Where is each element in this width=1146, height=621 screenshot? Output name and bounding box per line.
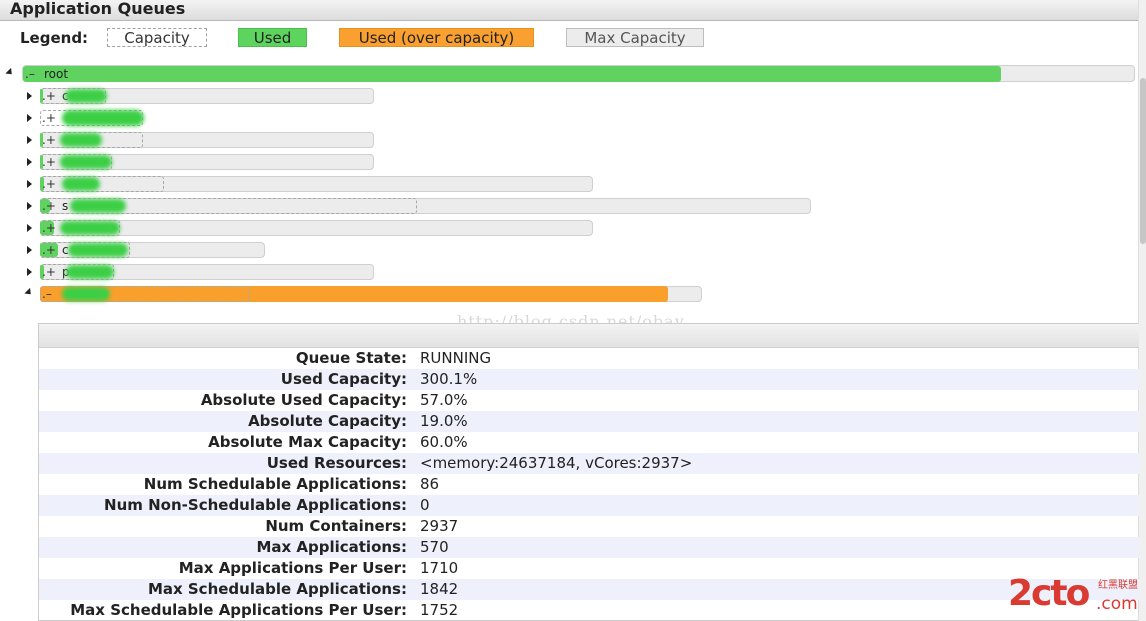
queue-info-row: Absolute Max Capacity: 60.0% bbox=[39, 432, 1139, 453]
queue-info-key: Num Schedulable Applications: bbox=[143, 475, 407, 493]
queue-info-key: Absolute Used Capacity: bbox=[200, 391, 407, 409]
queue-toggle-icon[interactable]: .+ bbox=[42, 155, 56, 169]
queue-toggle-icon[interactable]: .+ bbox=[42, 243, 56, 257]
queue-info-row: Max Applications: 570 bbox=[39, 537, 1139, 558]
legend-used: Used bbox=[238, 28, 307, 47]
queue-info-row: Max Schedulable Applications Per User: 17… bbox=[39, 600, 1139, 621]
queue-toggle-icon[interactable]: .+ bbox=[42, 221, 56, 235]
redacted-queue-name bbox=[62, 110, 144, 126]
queue-toggle-icon[interactable]: .– bbox=[42, 287, 52, 301]
queue-info-key: Max Applications Per User: bbox=[178, 559, 407, 577]
queue-info-row: Used Resources: <memory:24637184, vCores:… bbox=[39, 453, 1139, 474]
queue-info-row: Used Capacity: 300.1% bbox=[39, 369, 1139, 390]
redacted-queue-name bbox=[60, 133, 102, 147]
expand-arrow-icon[interactable] bbox=[27, 136, 32, 144]
queue-info-key: Absolute Capacity: bbox=[248, 412, 407, 430]
queue-info-value: 2937 bbox=[420, 517, 459, 535]
queue-info-value: 57.0% bbox=[420, 391, 468, 409]
queue-toggle-icon[interactable]: .+ bbox=[42, 133, 56, 147]
redacted-queue-name bbox=[62, 287, 110, 301]
redacted-queue-name bbox=[70, 199, 126, 213]
queue-info-row: Max Schedulable Applications: 1842 bbox=[39, 579, 1139, 600]
queue-info-key: Max Schedulable Applications: bbox=[147, 580, 407, 598]
queue-info-row: Num Containers: 2937 bbox=[39, 516, 1139, 537]
logo-suffix-text: .com bbox=[1096, 594, 1138, 614]
queue-info-row: Num Non-Schedulable Applications: 0 bbox=[39, 495, 1139, 516]
queue-info-value: <memory:24637184, vCores:2937> bbox=[420, 454, 693, 472]
queue-info-header bbox=[39, 324, 1139, 348]
redacted-queue-name bbox=[62, 177, 100, 191]
queue-info-value: 19.0% bbox=[420, 412, 468, 430]
queue-info-value: 86 bbox=[420, 475, 440, 493]
queue-info-key: Queue State: bbox=[295, 349, 407, 367]
vertical-scrollbar[interactable] bbox=[1138, 0, 1146, 621]
expand-arrow-icon[interactable] bbox=[27, 180, 32, 188]
logo-main-text: 2cto bbox=[1008, 573, 1090, 614]
queue-name[interactable]: s bbox=[62, 199, 68, 213]
queue-toggle-icon[interactable]: .+ bbox=[42, 199, 56, 213]
queue-toggle-icon[interactable]: .+ bbox=[42, 111, 56, 125]
redacted-queue-name bbox=[60, 221, 120, 235]
queue-toggle-icon[interactable]: .+ bbox=[42, 177, 56, 191]
legend-capacity: Capacity bbox=[107, 28, 207, 47]
queue-info-key: Num Containers: bbox=[265, 517, 407, 535]
expand-arrow-icon[interactable] bbox=[27, 202, 32, 210]
queue-info-panel: Queue State: RUNNING Used Capacity: 300.1% A… bbox=[38, 323, 1139, 621]
root-expand-icon[interactable] bbox=[5, 67, 15, 78]
redacted-queue-name bbox=[60, 155, 112, 169]
redacted-queue-name bbox=[68, 243, 128, 257]
expand-arrow-icon[interactable] bbox=[27, 224, 32, 232]
queue-toggle-icon[interactable]: .+ bbox=[42, 265, 56, 279]
expand-arrow-icon[interactable] bbox=[27, 158, 32, 166]
legend-label: Legend: bbox=[20, 29, 89, 47]
queue-info-row: Queue State: RUNNING bbox=[39, 348, 1139, 369]
queue-capacity-bar bbox=[40, 176, 164, 192]
queue-info-value: 1842 bbox=[420, 580, 459, 598]
legend-used-over-capacity: Used (over capacity) bbox=[339, 28, 534, 47]
queue-info-value: 1710 bbox=[420, 559, 459, 577]
queue-info-key: Max Schedulable Applications Per User: bbox=[70, 601, 407, 619]
root-toggle-icon[interactable]: .– bbox=[25, 67, 35, 81]
redacted-queue-name bbox=[66, 265, 114, 279]
queue-info-row: Max Applications Per User: 1710 bbox=[39, 558, 1139, 579]
queue-info-value: RUNNING bbox=[420, 349, 492, 367]
redacted-queue-name bbox=[65, 89, 107, 103]
queue-max-capacity-bar bbox=[40, 220, 593, 236]
queues-title-bar: Application Queues bbox=[0, 0, 1138, 21]
expand-arrow-icon[interactable] bbox=[27, 268, 32, 276]
queue-info-value: 1752 bbox=[420, 601, 459, 619]
queue-info-row: Absolute Capacity: 19.0% bbox=[39, 411, 1139, 432]
queue-info-key: Used Capacity: bbox=[280, 370, 407, 388]
queue-info-value: 60.0% bbox=[420, 433, 468, 451]
queue-info-row: Absolute Used Capacity: 57.0% bbox=[39, 390, 1139, 411]
expand-arrow-icon[interactable] bbox=[27, 92, 32, 100]
queue-info-row: Num Schedulable Applications: 86 bbox=[39, 474, 1139, 495]
queue-info-value: 300.1% bbox=[420, 370, 478, 388]
page-title: Application Queues bbox=[10, 0, 186, 18]
root-queue-name[interactable]: root bbox=[44, 67, 68, 81]
expand-arrow-icon[interactable] bbox=[27, 246, 32, 254]
root-used-bar bbox=[23, 66, 1001, 82]
logo-cn-text: 红黑联盟 bbox=[1098, 580, 1138, 591]
collapse-arrow-icon[interactable] bbox=[24, 287, 34, 298]
queue-info-key: Absolute Max Capacity: bbox=[208, 433, 407, 451]
queue-info-key: Used Resources: bbox=[266, 454, 407, 472]
site-logo: 2cto 红黑联盟 .com bbox=[1008, 574, 1142, 618]
queue-info-value: 570 bbox=[420, 538, 449, 556]
scrollbar-thumb[interactable] bbox=[1140, 78, 1146, 244]
expand-arrow-icon[interactable] bbox=[27, 114, 32, 122]
queue-info-key: Max Applications: bbox=[256, 538, 407, 556]
legend-max-capacity: Max Capacity bbox=[566, 28, 704, 47]
queue-toggle-icon[interactable]: .+ bbox=[42, 89, 56, 103]
queue-info-value: 0 bbox=[420, 496, 430, 514]
queue-info-key: Num Non-Schedulable Applications: bbox=[104, 496, 407, 514]
